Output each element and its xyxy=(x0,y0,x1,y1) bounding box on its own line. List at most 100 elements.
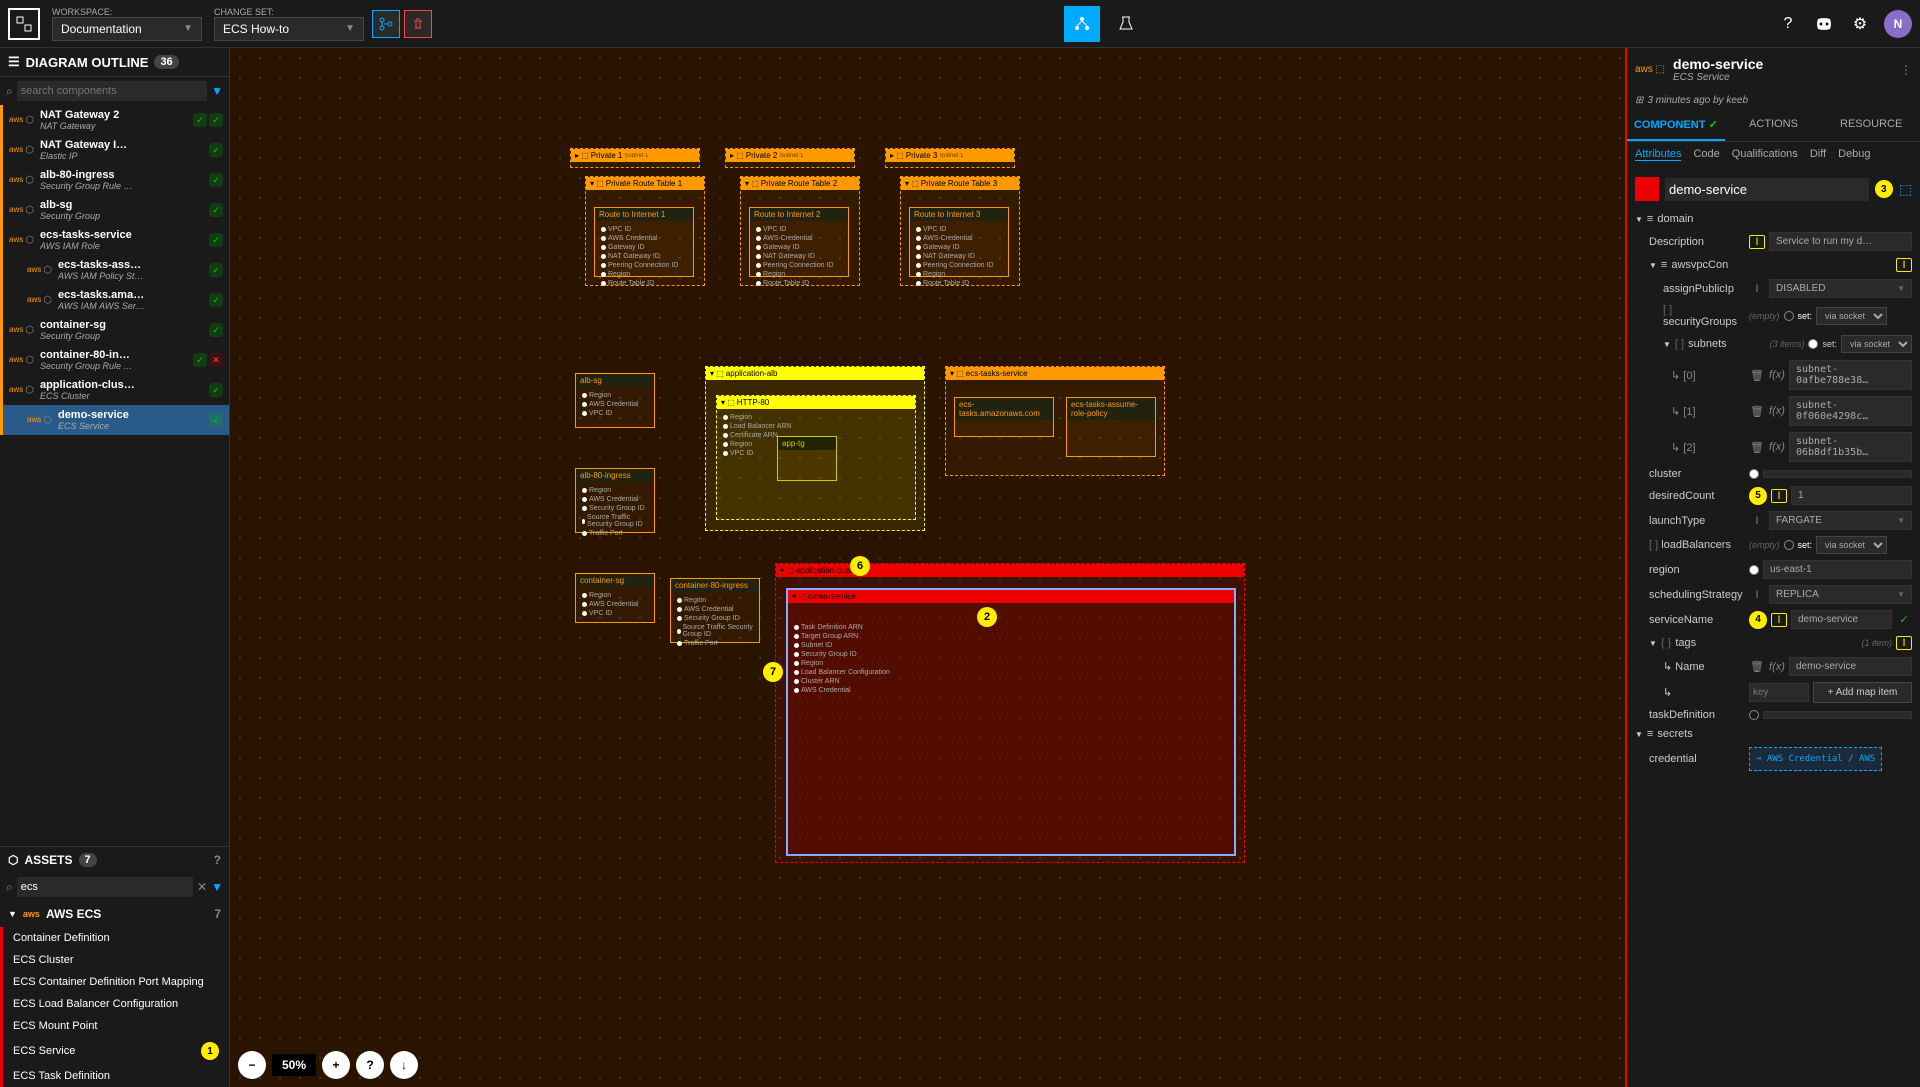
changeset-label: CHANGE SET: xyxy=(214,7,364,17)
asset-item[interactable]: ECS Load Balancer Configuration xyxy=(3,993,229,1015)
outline-item[interactable]: aws ⬡application-clus…ECS Cluster✓ xyxy=(0,375,229,405)
outline-item[interactable]: aws ⬡ecs-tasks-serviceAWS IAM Role✓ xyxy=(0,225,229,255)
topbar: WORKSPACE: Documentation▼ CHANGE SET: EC… xyxy=(0,0,1920,48)
subtab-attributes[interactable]: Attributes xyxy=(1635,148,1681,161)
asset-item[interactable]: ECS Task Definition xyxy=(3,1065,229,1087)
socket-select[interactable]: via socket xyxy=(1816,307,1887,325)
region-input[interactable]: us-east-1 xyxy=(1763,560,1912,579)
trash-icon[interactable]: 🗑 xyxy=(1749,660,1765,673)
outline-list: aws ⬡NAT Gateway 2NAT Gateway✓✓aws ⬡NAT … xyxy=(0,105,229,846)
zoom-level: 50% xyxy=(272,1054,316,1076)
section-awsvpc[interactable]: ▼≡awsvpcConI xyxy=(1635,254,1912,276)
assets-search-input[interactable] xyxy=(17,877,193,897)
section-subnets[interactable]: ▼[ ]subnets(3 items)set:via socket xyxy=(1635,331,1912,357)
check-icon: ✓ xyxy=(1896,613,1912,626)
more-icon[interactable]: ⋮ xyxy=(1900,63,1912,77)
outline-item[interactable]: aws ⬡alb-sgSecurity Group✓ xyxy=(0,195,229,225)
filter-icon[interactable]: ▼ xyxy=(211,880,223,894)
taskdef-input[interactable] xyxy=(1763,711,1912,719)
key-input[interactable] xyxy=(1749,683,1809,702)
marker-4: 4 xyxy=(1749,611,1767,629)
frame-icon[interactable]: ⬚ xyxy=(1899,181,1912,198)
outline-header: ☰ DIAGRAM OUTLINE 36 xyxy=(0,48,229,77)
search-icon: ⌕ xyxy=(6,880,13,895)
marker-6: 6 xyxy=(850,556,870,576)
component-type: ECS Service xyxy=(1673,72,1892,83)
list-icon: ☰ xyxy=(8,54,20,70)
desired-input[interactable]: 1 xyxy=(1791,486,1912,505)
color-swatch[interactable] xyxy=(1635,177,1659,201)
cluster-input[interactable] xyxy=(1763,470,1912,478)
outline-item[interactable]: aws ⬡demo-serviceECS Service✓ xyxy=(0,405,229,435)
outline-item[interactable]: aws ⬡ecs-tasks.ama…AWS IAM AWS Ser…✓ xyxy=(0,285,229,315)
workspace-label: WORKSPACE: xyxy=(52,7,202,17)
asset-item[interactable]: Container Definition xyxy=(3,927,229,949)
asset-item[interactable]: ECS Service1 xyxy=(3,1037,229,1065)
sched-select[interactable]: REPLICA▼ xyxy=(1769,585,1912,604)
workspace-select[interactable]: Documentation▼ xyxy=(52,17,202,41)
right-panel: aws ⬚ demo-service ECS Service ⋮ ⊞3 minu… xyxy=(1625,48,1920,1087)
desc-input[interactable]: Service to run my d… xyxy=(1769,232,1912,251)
canvas[interactable]: ▸ ⬚Private 1Subnet 1 ▸ ⬚Private 2Subnet … xyxy=(230,48,1625,1087)
help-icon[interactable]: ? xyxy=(214,853,221,867)
plus-icon: ⊞ xyxy=(1635,95,1643,106)
edit-icon[interactable]: I xyxy=(1771,489,1787,503)
search-input[interactable] xyxy=(17,81,207,101)
asset-item[interactable]: ECS Container Definition Port Mapping xyxy=(3,971,229,993)
subtab-code[interactable]: Code xyxy=(1693,148,1719,161)
app-logo[interactable] xyxy=(8,8,40,40)
credential-box[interactable]: ⊸ AWS Credential / AWS xyxy=(1749,747,1882,771)
chevron-down-icon: ▼ xyxy=(8,909,17,919)
outline-item[interactable]: aws ⬡ecs-tasks-ass…AWS IAM Policy St…✓ xyxy=(0,255,229,285)
edit-icon[interactable]: I xyxy=(1771,613,1787,627)
edit-icon[interactable]: I xyxy=(1749,283,1765,295)
servicename-input[interactable]: demo-service xyxy=(1791,610,1892,629)
subtab-debug[interactable]: Debug xyxy=(1838,148,1870,161)
edit-icon[interactable]: I xyxy=(1749,235,1765,249)
marker-3: 3 xyxy=(1875,180,1893,198)
outline-item[interactable]: aws ⬡NAT Gateway I…Elastic IP✓ xyxy=(0,135,229,165)
delete-button[interactable] xyxy=(404,10,432,38)
zoom-help-button[interactable]: ? xyxy=(356,1051,384,1079)
section-tags[interactable]: ▼{ }tags(1 item)I xyxy=(1635,632,1912,654)
zoom-down-button[interactable]: ↓ xyxy=(390,1051,418,1079)
tab-resource[interactable]: RESOURCE xyxy=(1822,110,1920,141)
outline-item[interactable]: aws ⬡alb-80-ingressSecurity Group Rule …… xyxy=(0,165,229,195)
changeset-select[interactable]: ECS How-to▼ xyxy=(214,17,364,41)
zoom-out-button[interactable]: − xyxy=(238,1051,266,1079)
avatar[interactable]: N xyxy=(1884,10,1912,38)
outline-item[interactable]: aws ⬡container-80-in…Security Group Rule… xyxy=(0,345,229,375)
subtab-diff[interactable]: Diff xyxy=(1810,148,1826,161)
outline-item[interactable]: aws ⬡container-sgSecurity Group✓ xyxy=(0,315,229,345)
merge-button[interactable] xyxy=(372,10,400,38)
section-domain[interactable]: ▼≡domain xyxy=(1635,209,1912,229)
tab-component[interactable]: COMPONENT ✓ xyxy=(1627,110,1725,141)
assignip-select[interactable]: DISABLED▼ xyxy=(1769,279,1912,298)
launch-select[interactable]: FARGATE▼ xyxy=(1769,511,1912,530)
gear-icon[interactable]: ⚙ xyxy=(1848,12,1872,36)
asset-item[interactable]: ECS Cluster xyxy=(3,949,229,971)
asset-item[interactable]: ECS Mount Point xyxy=(3,1015,229,1037)
subtab-qualifications[interactable]: Qualifications xyxy=(1732,148,1798,161)
asset-category[interactable]: ▼ aws AWS ECS 7 xyxy=(0,901,229,927)
help-icon[interactable]: ? xyxy=(1776,12,1800,36)
assets-list: Container DefinitionECS ClusterECS Conta… xyxy=(0,927,229,1087)
zoom-in-button[interactable]: + xyxy=(322,1051,350,1079)
marker-5: 5 xyxy=(1749,487,1767,505)
diagram-tab[interactable] xyxy=(1064,6,1100,42)
fx-icon[interactable]: f(x) xyxy=(1769,661,1785,673)
lab-tab[interactable] xyxy=(1108,6,1144,42)
discord-icon[interactable] xyxy=(1812,12,1836,36)
clear-icon[interactable]: ✕ xyxy=(197,880,207,894)
count-badge: 36 xyxy=(154,55,178,69)
tab-actions[interactable]: ACTIONS xyxy=(1725,110,1823,141)
marker-2: 2 xyxy=(977,607,997,627)
add-map-button[interactable]: + Add map item xyxy=(1813,682,1912,703)
outline-item[interactable]: aws ⬡NAT Gateway 2NAT Gateway✓✓ xyxy=(0,105,229,135)
name-input[interactable] xyxy=(1665,178,1869,201)
assets-header: ⬡ ASSETS 7 ? xyxy=(0,846,229,873)
component-name: demo-service xyxy=(1673,56,1892,72)
aws-icon: aws ⬚ xyxy=(1635,64,1665,75)
filter-icon[interactable]: ▼ xyxy=(211,84,223,98)
section-secrets[interactable]: ▼≡secrets xyxy=(1635,724,1912,744)
